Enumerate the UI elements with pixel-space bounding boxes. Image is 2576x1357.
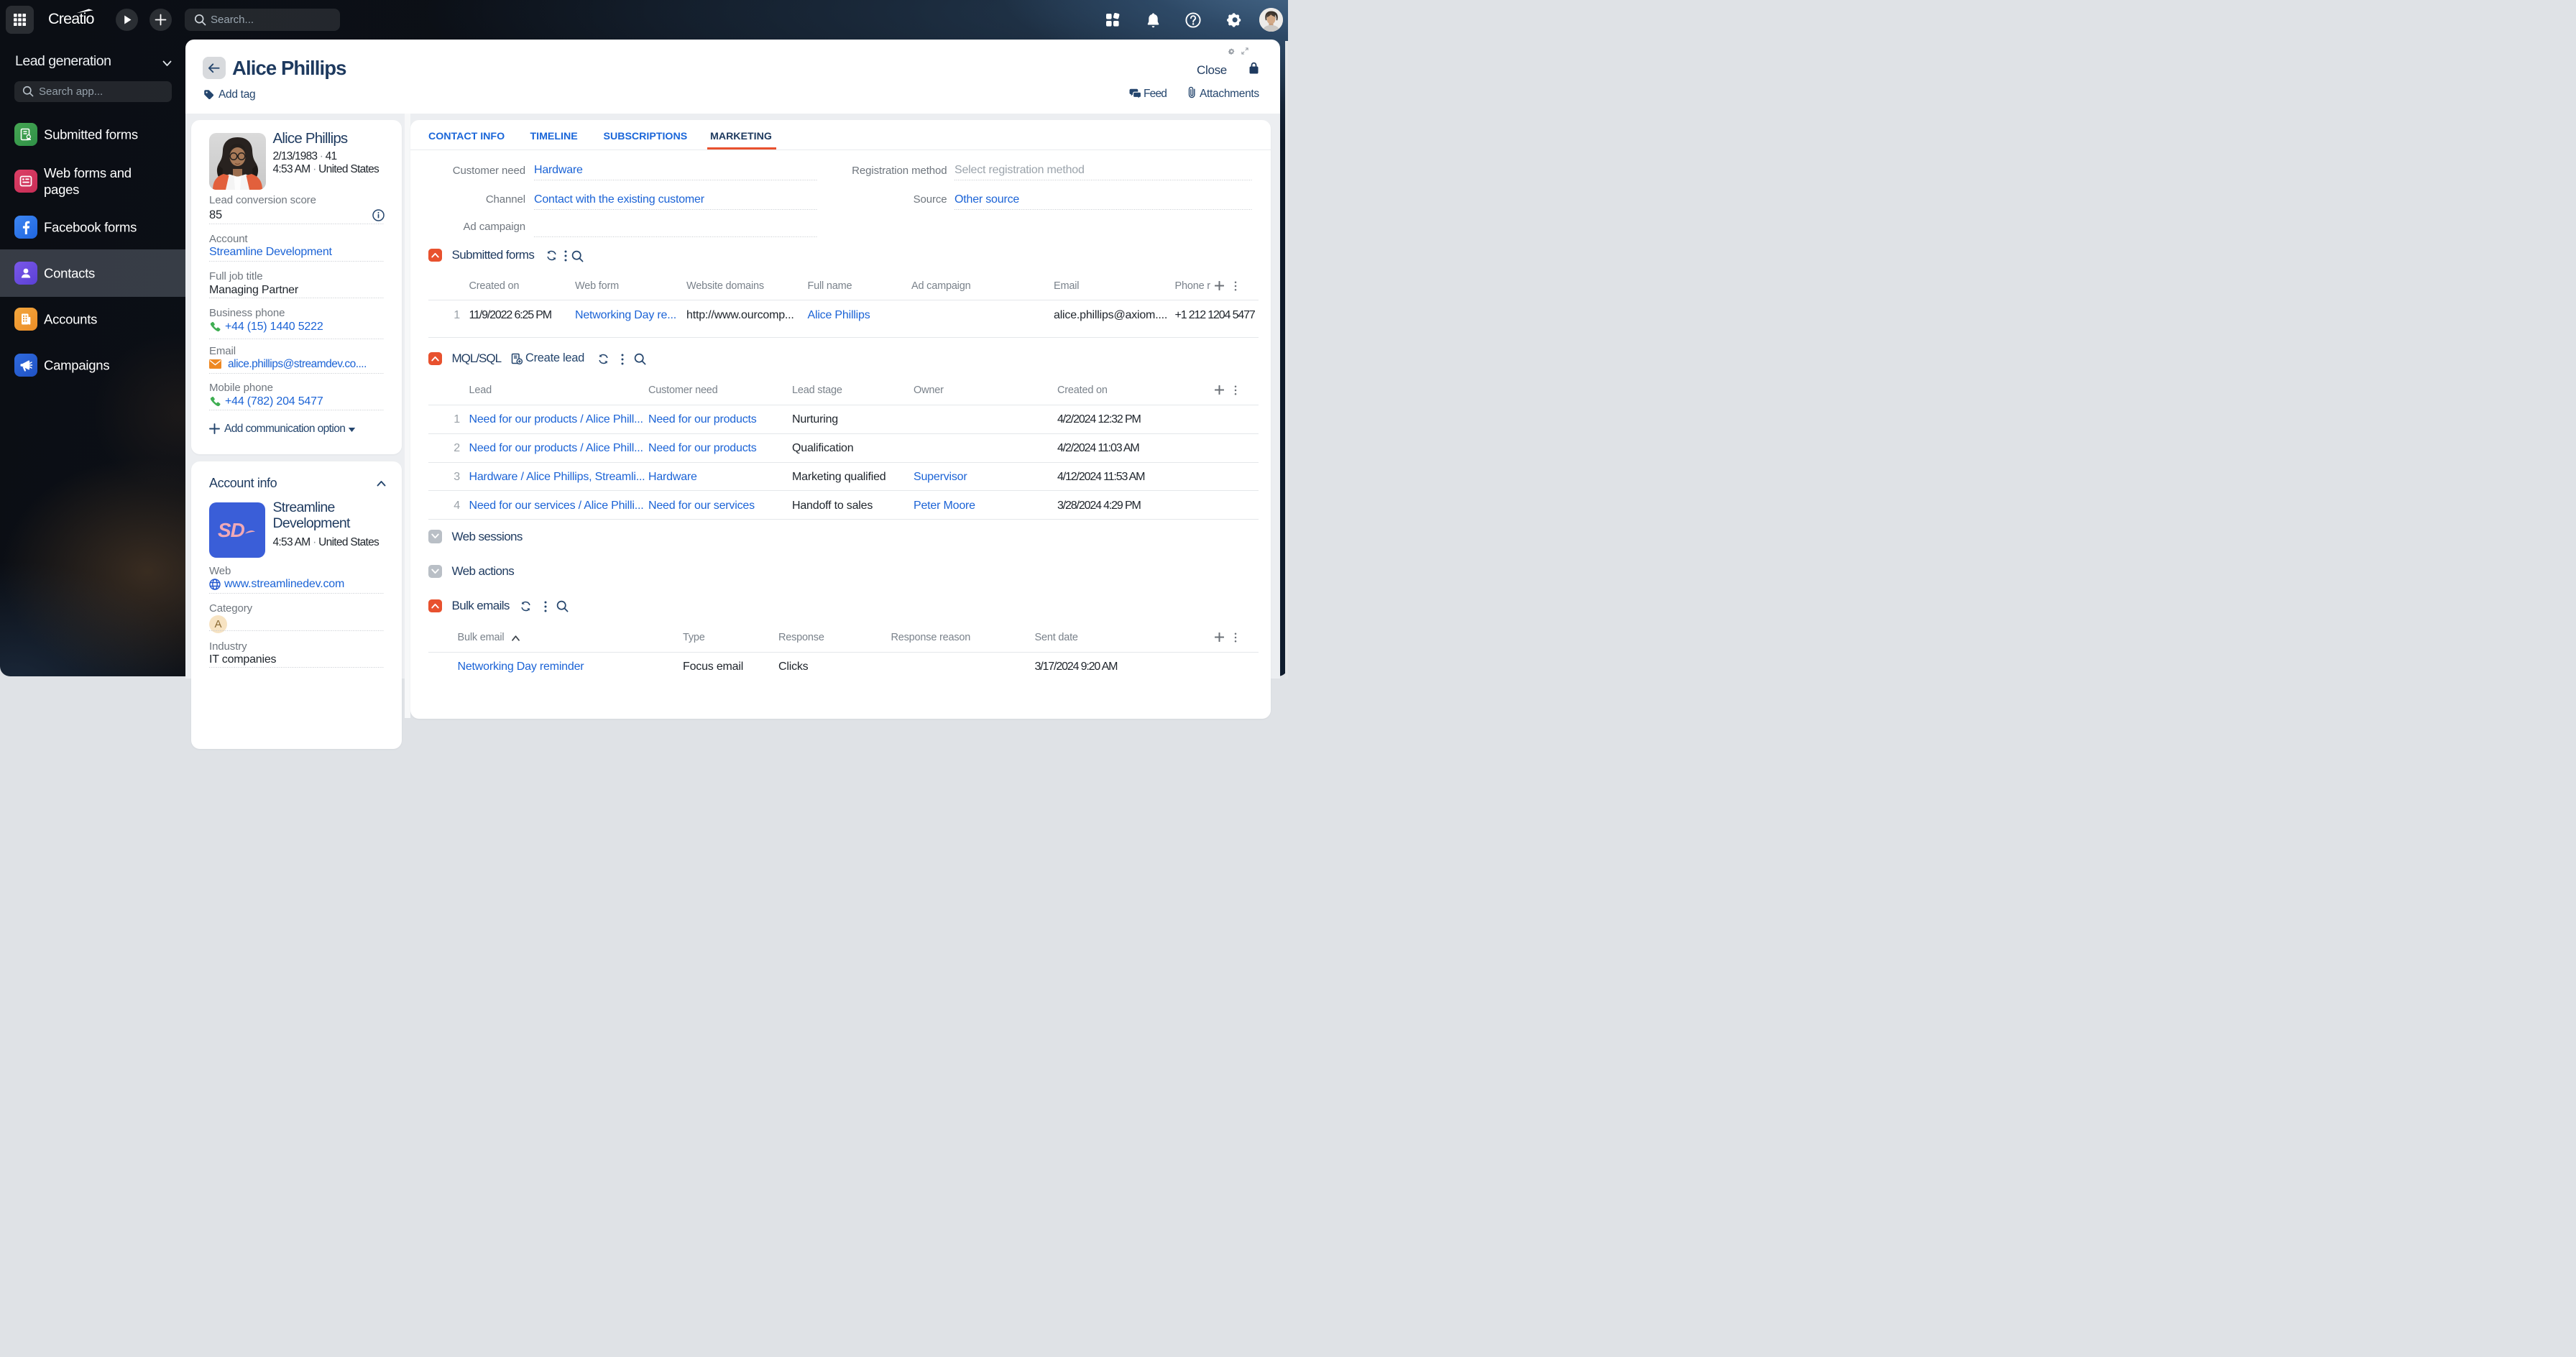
svg-text:SD: SD (218, 519, 245, 541)
